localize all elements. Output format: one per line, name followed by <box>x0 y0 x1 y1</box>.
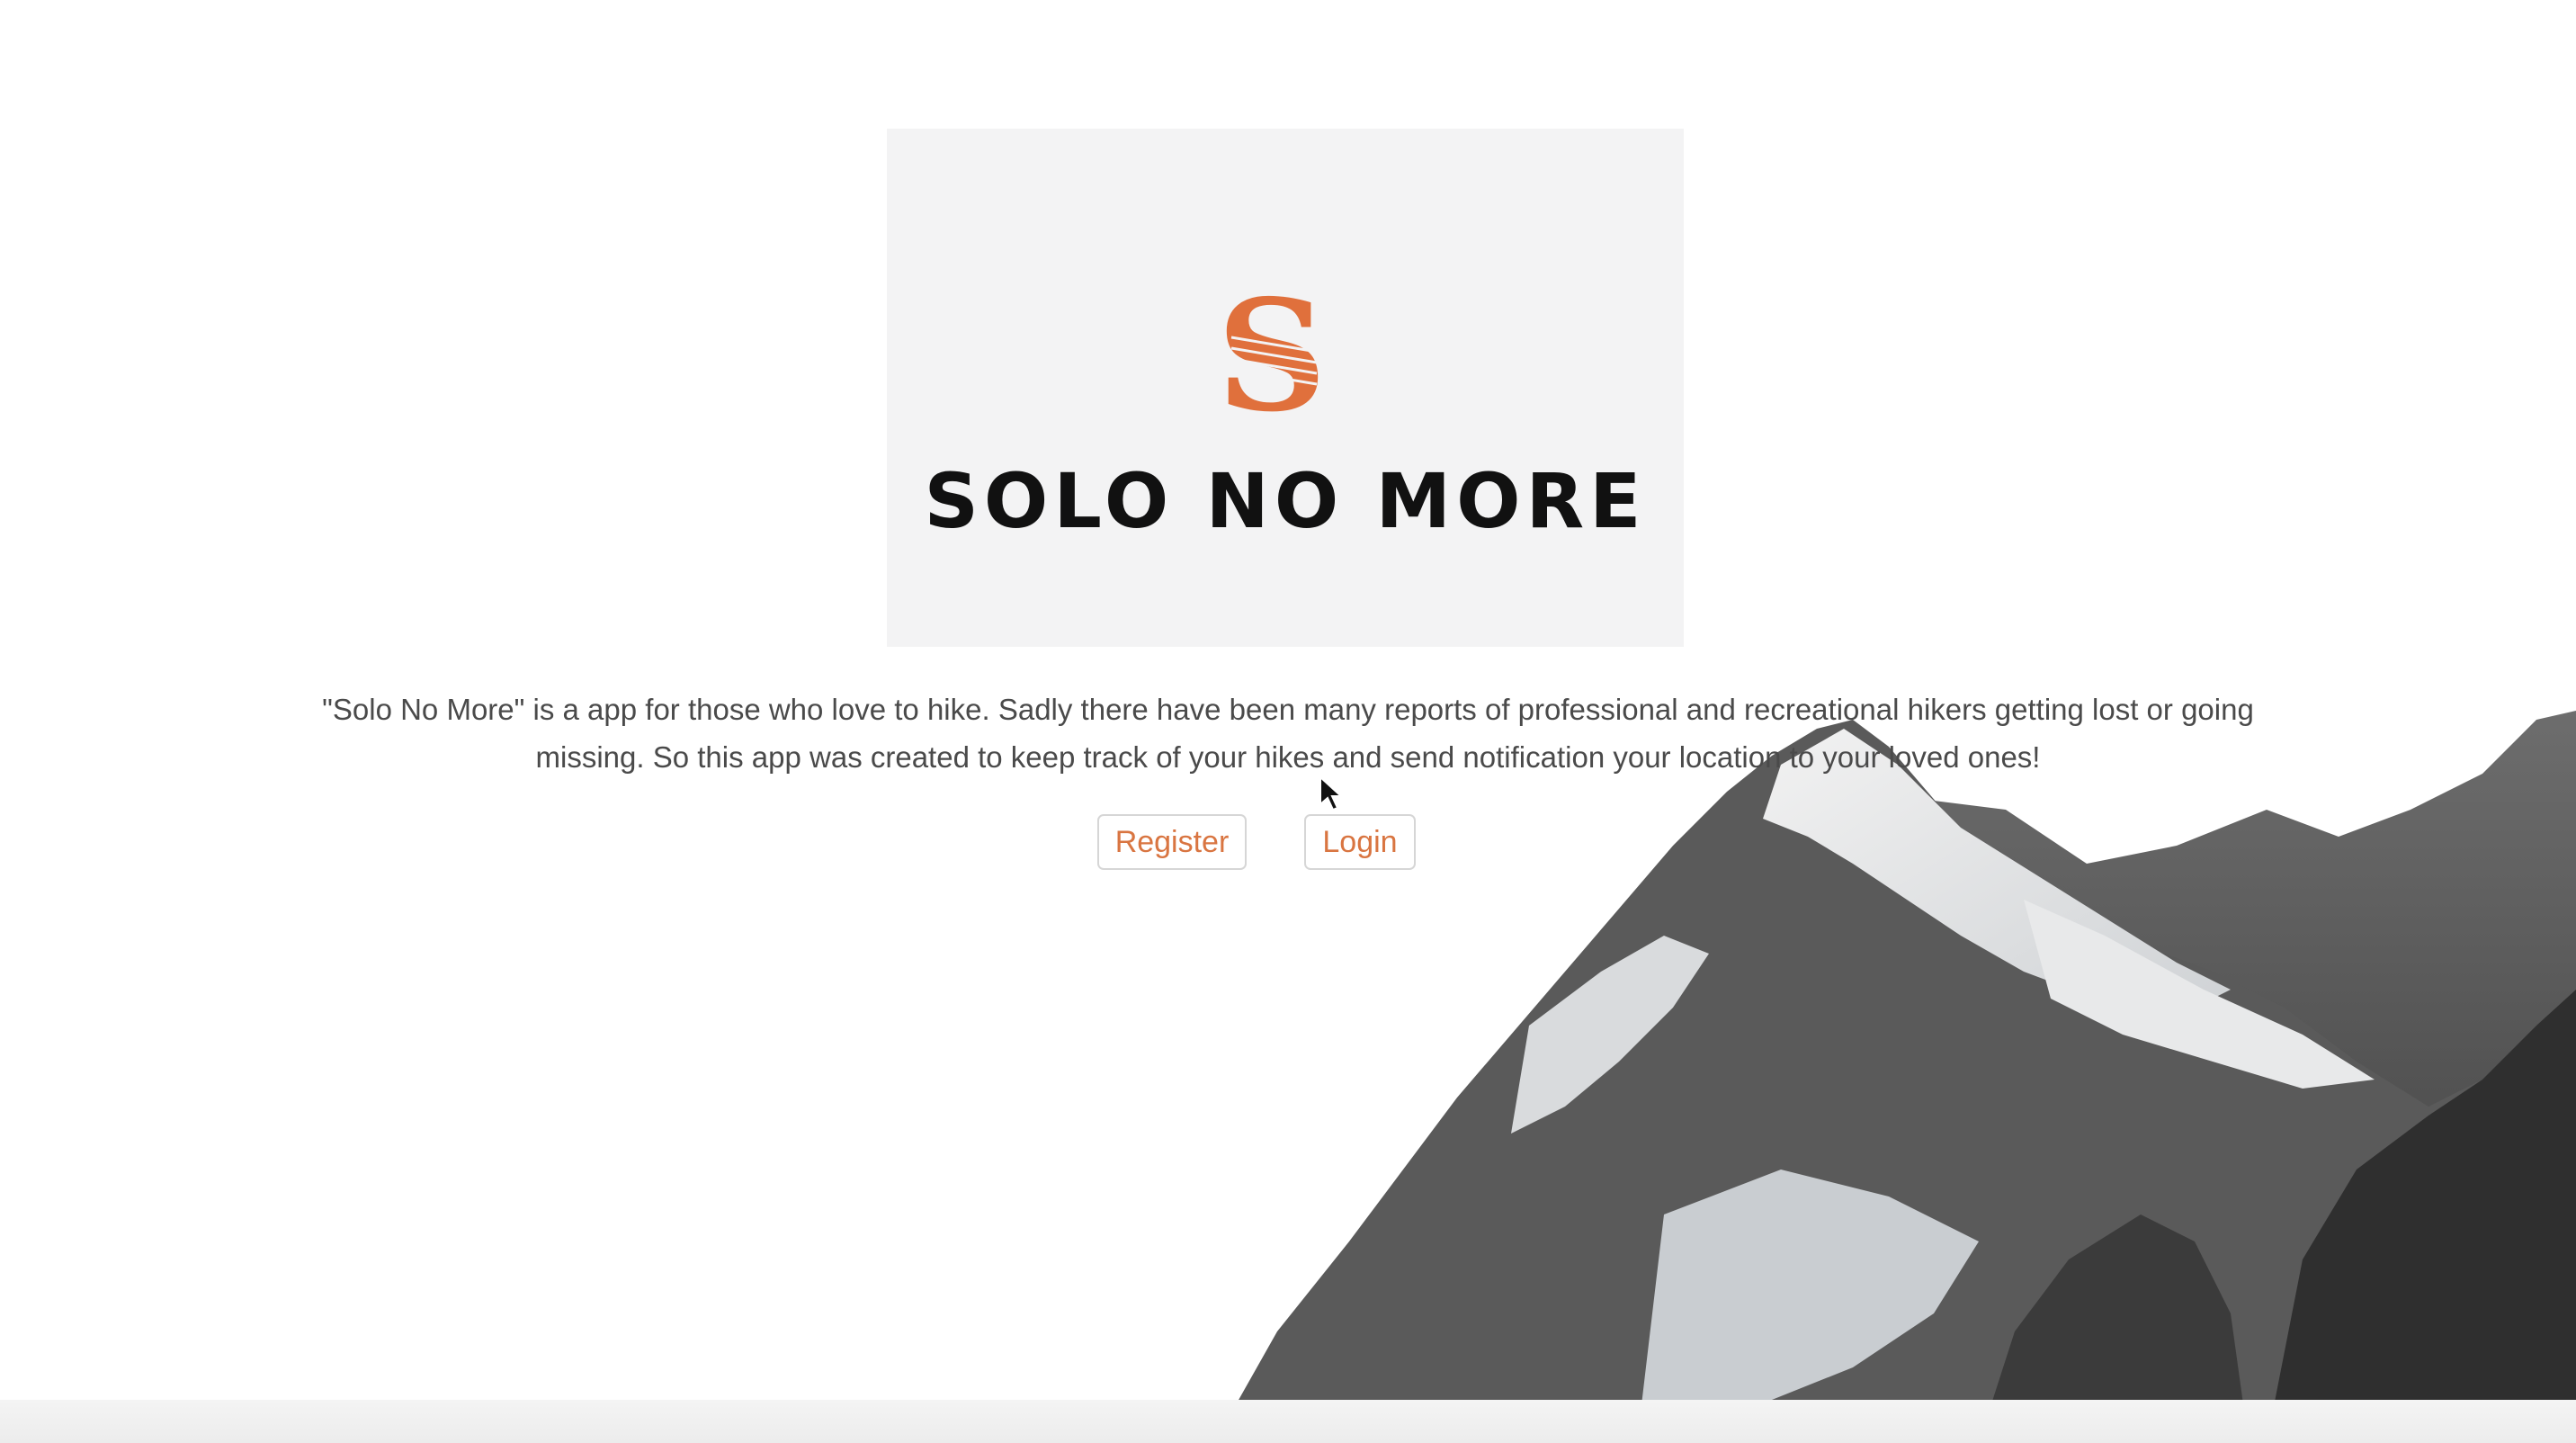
register-button[interactable]: Register <box>1097 814 1247 870</box>
app-description: "Solo No More" is a app for those who lo… <box>322 693 2254 774</box>
auth-actions: Register Login <box>0 814 2576 872</box>
s-monogram-icon: S <box>1217 282 1328 421</box>
login-button[interactable]: Login <box>1304 814 1416 870</box>
app-title: SOLO NO MORE <box>924 457 1647 545</box>
logo-card: S SOLO NO MORE <box>887 129 1684 647</box>
mouse-cursor-icon <box>1319 775 1344 811</box>
bottom-bar <box>0 1400 2576 1443</box>
